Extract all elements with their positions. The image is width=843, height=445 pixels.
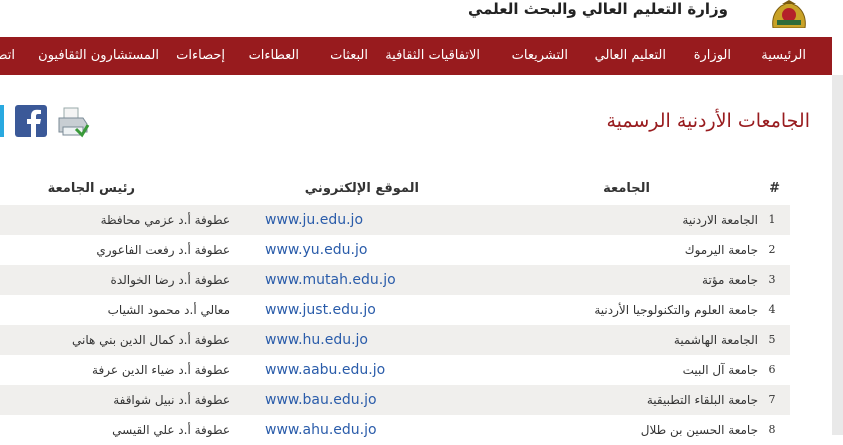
row-number: 2 (768, 243, 776, 256)
president-name: عطوفة أ.د كمال الدين بني هاني (71, 333, 230, 347)
nav-item-cultural-agreements[interactable]: الاتفاقيات الثقافية (385, 37, 480, 75)
nav-item-cultural-attaches[interactable]: المستشارون الثقافيون (38, 37, 159, 75)
president-name: عطوفة أ.د علي القيسي (112, 423, 230, 437)
university-name: جامعة البلقاء التطبيقية (646, 393, 758, 407)
president-name: عطوفة أ.د رضا الخوالدة (110, 273, 230, 287)
university-name: الجامعة الاردنية (682, 213, 758, 227)
nav-item-higher-education[interactable]: التعليم العالي (595, 37, 666, 75)
row-number: 6 (768, 363, 776, 376)
side-border (832, 75, 843, 435)
university-name: جامعة الحسين بن طلال (640, 423, 758, 437)
website-link[interactable]: www.hu.edu.jo (265, 325, 368, 355)
nav-item-scholarships[interactable]: البعثات (330, 37, 368, 75)
printer-icon[interactable] (56, 105, 90, 143)
column-header-website: الموقع الإلكتروني (304, 181, 419, 196)
nav-item-ministry[interactable]: الوزارة (694, 37, 731, 75)
table-row: 5 الجامعة الهاشمية www.hu.edu.jo عطوفة أ… (0, 325, 790, 355)
table-row: 8 جامعة الحسين بن طلال www.ahu.edu.jo عط… (0, 415, 790, 445)
nav-item-statistics[interactable]: إحصاءات (176, 37, 225, 75)
university-name: جامعة مؤتة (702, 273, 758, 287)
main-navbar: الرئيسية الوزارة التعليم العالي التشريعا… (0, 37, 832, 75)
twitter-icon[interactable] (0, 105, 4, 141)
table-row: 3 جامعة مؤتة www.mutah.edu.jo عطوفة أ.د … (0, 265, 790, 295)
table-row: 7 جامعة البلقاء التطبيقية www.bau.edu.jo… (0, 385, 790, 415)
table-row: 6 جامعة آل البيت www.aabu.edu.jo عطوفة أ… (0, 355, 790, 385)
university-name: جامعة العلوم والتكنولوجيا الأردنية (594, 303, 758, 317)
table-row: 2 جامعة اليرموك www.yu.edu.jo عطوفة أ.د … (0, 235, 790, 265)
column-header-president: رئيس الجامعة (47, 181, 135, 196)
coat-of-arms-icon[interactable] (767, 0, 811, 28)
nav-item-contact[interactable]: اتصل (0, 37, 15, 75)
row-number: 4 (768, 303, 776, 316)
website-link[interactable]: www.yu.edu.jo (265, 235, 367, 265)
column-header-number: # (769, 181, 780, 196)
nav-item-legislation[interactable]: التشريعات (512, 37, 568, 75)
university-name: جامعة اليرموك (684, 243, 758, 257)
president-name: معالي أ.د محمود الشياب (107, 303, 230, 317)
president-name: عطوفة أ.د ضياء الدين عرفة (92, 363, 230, 377)
table-row: 1 الجامعة الاردنية www.ju.edu.jo عطوفة أ… (0, 205, 790, 235)
university-name: الجامعة الهاشمية (673, 333, 758, 347)
website-link[interactable]: www.ahu.edu.jo (265, 415, 377, 445)
ministry-name: وزارة التعليم العالي والبحث العلمي (467, 0, 728, 18)
university-name: جامعة آل البيت (682, 363, 758, 377)
website-link[interactable]: www.ju.edu.jo (265, 205, 363, 235)
site-header: وزارة التعليم العالي والبحث العلمي (0, 0, 843, 37)
website-link[interactable]: www.aabu.edu.jo (265, 355, 385, 385)
row-number: 3 (768, 273, 776, 286)
president-name: عطوفة أ.د عزمي محافظة (100, 213, 230, 227)
website-link[interactable]: www.bau.edu.jo (265, 385, 377, 415)
row-number: 8 (768, 423, 776, 436)
nav-item-home[interactable]: الرئيسية (761, 37, 806, 75)
nav-item-tenders[interactable]: العطاءات (249, 37, 299, 75)
president-name: عطوفة أ.د رفعت الفاعوري (96, 243, 230, 257)
table-row: 4 جامعة العلوم والتكنولوجيا الأردنية www… (0, 295, 790, 325)
facebook-icon[interactable] (15, 105, 47, 141)
president-name: عطوفة أ.د نبيل شواقفة (113, 393, 230, 407)
row-number: 5 (768, 333, 776, 346)
website-link[interactable]: www.just.edu.jo (265, 295, 376, 325)
column-header-university: الجامعة (603, 181, 650, 196)
row-number: 7 (768, 393, 776, 406)
page-title: الجامعات الأردنية الرسمية (606, 110, 810, 132)
row-number: 1 (768, 213, 776, 226)
website-link[interactable]: www.mutah.edu.jo (265, 265, 396, 295)
